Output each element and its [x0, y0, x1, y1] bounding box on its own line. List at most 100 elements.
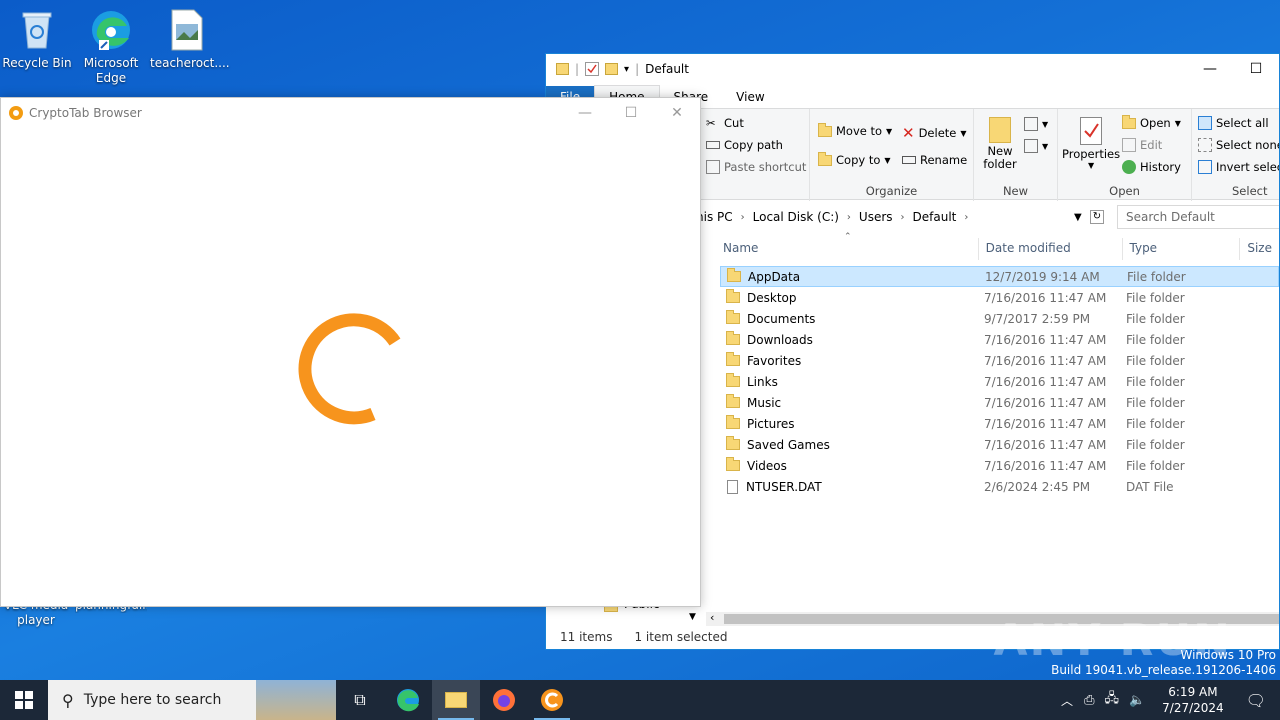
file-row[interactable]: Pictures 7/16/2016 11:47 AM File folder	[720, 413, 1279, 434]
file-name-cell: Documents	[720, 310, 979, 326]
edit-button[interactable]: Edit	[1122, 138, 1162, 152]
file-row[interactable]: Documents 9/7/2017 2:59 PM File folder	[720, 308, 1279, 329]
delete-x-icon: ✕	[902, 124, 915, 142]
cryptotab-icon	[541, 689, 563, 711]
chevron-down-icon: ▼	[884, 155, 891, 165]
rename-button[interactable]: Rename	[902, 153, 967, 167]
notifications-icon[interactable]: 🗨	[1236, 691, 1280, 710]
show-hidden-icons-icon[interactable]: ︿	[1055, 692, 1079, 709]
scroll-left-icon[interactable]: ‹	[710, 611, 714, 624]
customize-toolbar-icon[interactable]: ▾	[624, 64, 629, 75]
column-size[interactable]: Size	[1240, 238, 1279, 260]
file-date: 2/6/2024 2:45 PM	[984, 479, 1091, 494]
column-name[interactable]: Name	[716, 238, 979, 260]
copy-path-button[interactable]: Copy path	[706, 138, 783, 152]
folder-icon	[726, 457, 740, 471]
breadcrumb-item[interactable]: Default	[913, 210, 957, 224]
paste-shortcut-button[interactable]: Paste shortcut	[706, 160, 806, 174]
file-row[interactable]: Music 7/16/2016 11:47 AM File folder	[720, 392, 1279, 413]
taskbar-firefox[interactable]	[480, 680, 528, 720]
folder-icon	[726, 373, 740, 387]
folder-icon	[726, 415, 740, 429]
file-date: 9/7/2017 2:59 PM	[984, 311, 1091, 326]
start-button[interactable]	[0, 680, 48, 720]
close-button[interactable]: ✕	[654, 98, 700, 128]
taskbar-file-explorer[interactable]	[432, 680, 480, 720]
breadcrumb-item[interactable]: Users	[859, 210, 893, 224]
column-type[interactable]: Type	[1123, 238, 1241, 260]
cut-button[interactable]: ✂ Cut	[706, 116, 744, 130]
desktop-icon-recycle-bin[interactable]: Recycle Bin	[1, 8, 73, 71]
select-all-button[interactable]: Select all	[1198, 116, 1269, 130]
select-none-button[interactable]: Select none	[1198, 138, 1279, 152]
copy-to-button[interactable]: Copy to ▼	[818, 151, 891, 167]
group-label: Select	[1232, 184, 1268, 198]
search-icon: ⚲	[62, 690, 74, 710]
folder-icon	[726, 310, 740, 324]
file-row[interactable]: Links 7/16/2016 11:47 AM File folder	[720, 371, 1279, 392]
breadcrumb-item[interactable]: Local Disk (C:)	[753, 210, 839, 224]
minimize-button[interactable]: —	[1187, 54, 1233, 84]
select-group: Select all Select none Invert selecti Se…	[1192, 109, 1279, 201]
search-highlight-image	[256, 680, 336, 720]
new-folder-icon	[989, 117, 1011, 143]
new-item-button[interactable]: ▼	[1024, 117, 1048, 131]
file-row[interactable]: Saved Games 7/16/2016 11:47 AM File folder	[720, 434, 1279, 455]
file-date: 7/16/2016 11:47 AM	[984, 458, 1107, 473]
address-dropdown-icon[interactable]: ▼	[1074, 212, 1082, 223]
taskbar-search-input[interactable]: ⚲ Type here to search	[48, 680, 336, 720]
clock[interactable]: 6:19 AM 7/27/2024	[1150, 684, 1236, 716]
delete-button[interactable]: ✕ Delete ▼	[902, 124, 967, 142]
firefox-icon	[493, 689, 515, 711]
network-icon[interactable]: 🖧	[1099, 689, 1124, 711]
column-date-modified[interactable]: Date modified	[979, 238, 1123, 260]
organize-group: Move to ▼ Copy to ▼ ✕ Delete ▼ Rename Organi…	[810, 109, 974, 201]
easy-access-button[interactable]: ▼	[1024, 139, 1048, 153]
file-row[interactable]: Desktop 7/16/2016 11:47 AM File folder	[720, 287, 1279, 308]
file-row[interactable]: NTUSER.DAT 2/6/2024 2:45 PM DAT File	[720, 476, 1279, 497]
divider: |	[575, 62, 580, 76]
history-button[interactable]: History	[1122, 160, 1181, 174]
maximize-button[interactable]: ☐	[608, 98, 654, 128]
scroll-down-icon[interactable]: ▼	[689, 612, 696, 622]
device-icon[interactable]: ⎙	[1079, 693, 1099, 708]
explorer-titlebar[interactable]: | ▾ | Default — ☐	[546, 54, 1279, 84]
file-type: DAT File	[1126, 479, 1174, 494]
desktop-icon-label: teacheroct....	[150, 56, 230, 70]
cryptotab-titlebar[interactable]: CryptoTab Browser — ☐ ✕	[1, 98, 700, 128]
minimize-button[interactable]: —	[562, 98, 608, 128]
move-to-button[interactable]: Move to ▼	[818, 122, 892, 138]
folder-icon	[726, 352, 740, 366]
file-name: Links	[747, 374, 778, 389]
file-row[interactable]: AppData 12/7/2019 9:14 AM File folder	[720, 266, 1279, 287]
desktop-icon-teacheroct[interactable]: teacheroct....	[150, 8, 230, 71]
taskbar-cryptotab[interactable]	[528, 680, 576, 720]
edge-icon	[397, 689, 419, 712]
open-button[interactable]: Open ▼	[1122, 114, 1181, 130]
desktop-icon-edge[interactable]: Microsoft Edge	[75, 8, 147, 86]
new-folder-icon[interactable]	[605, 63, 619, 75]
taskbar-edge[interactable]	[384, 680, 432, 720]
task-view-button[interactable]: ⧉	[336, 680, 384, 720]
file-row[interactable]: Downloads 7/16/2016 11:47 AM File folder	[720, 329, 1279, 350]
breadcrumb[interactable]: his PC › Local Disk (C:) › Users › Default ›	[696, 210, 968, 224]
file-type: File folder	[1126, 395, 1185, 410]
folder-icon	[727, 268, 741, 282]
file-type: File folder	[1126, 332, 1185, 347]
maximize-button[interactable]: ☐	[1233, 54, 1279, 84]
file-row[interactable]: Videos 7/16/2016 11:47 AM File folder	[720, 455, 1279, 476]
search-input[interactable]: Search Default	[1117, 205, 1279, 229]
tab-view[interactable]: View	[722, 86, 778, 108]
system-tray: ︿ ⎙ 🖧 🔈 6:19 AM 7/27/2024 🗨	[1055, 680, 1280, 720]
breadcrumb-item[interactable]: his PC	[696, 210, 733, 224]
cryptotab-window[interactable]: CryptoTab Browser — ☐ ✕	[0, 97, 701, 607]
invert-selection-button[interactable]: Invert selecti	[1198, 160, 1279, 174]
file-row[interactable]: Favorites 7/16/2016 11:47 AM File folder	[720, 350, 1279, 371]
new-folder-button[interactable]: New folder	[982, 117, 1018, 171]
properties-button[interactable]: Properties ▼	[1062, 117, 1120, 170]
properties-check-icon[interactable]	[585, 62, 600, 76]
volume-icon[interactable]: 🔈	[1124, 693, 1150, 708]
refresh-icon[interactable]: ↻	[1090, 210, 1104, 224]
file-type: File folder	[1126, 437, 1185, 452]
windows-watermark: Windows 10 Pro Build 19041.vb_release.19…	[1051, 648, 1276, 677]
